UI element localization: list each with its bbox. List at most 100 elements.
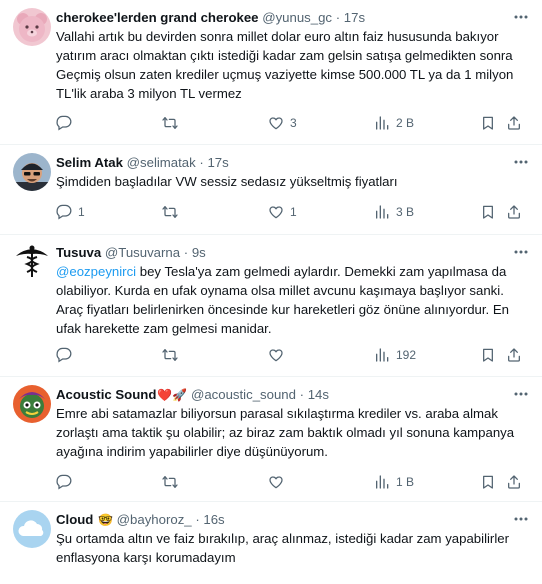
reply-button[interactable] [56,114,78,132]
tweet-actions: 1 B [56,473,522,491]
avatar[interactable] [13,8,51,46]
tweet-body: Emre abi satamazlar biliyorsun parasal s… [56,406,515,459]
retweet-button[interactable] [162,203,184,221]
like-count: 3 [290,116,297,130]
bookmark-button[interactable] [480,203,496,221]
reply-button[interactable]: 1 [56,203,85,221]
tweet-3[interactable]: Tusuva @Tusuvarna · 9s @eozpeynirci bey … [0,235,542,377]
more-icon [514,392,528,396]
retweet-button[interactable] [162,114,184,132]
retweet-button[interactable] [162,346,184,364]
reply-icon [56,347,72,363]
more-options-button[interactable] [512,387,530,401]
views-button[interactable]: 2 B [374,114,414,132]
avatar[interactable] [13,153,51,191]
more-options-button[interactable] [512,10,530,24]
share-button[interactable] [506,114,522,132]
tweet-5[interactable]: Cloud 🤓 @bayhoroz_ · 16s Şu ortamda altı… [0,502,542,584]
more-options-button[interactable] [512,245,530,259]
timestamp[interactable]: 9s [192,245,206,260]
user-handle[interactable]: @yunus_gc [262,10,332,25]
views-chart-icon [376,475,389,489]
reply-count: 1 [78,205,85,219]
more-options-button[interactable] [512,512,530,526]
reply-button[interactable] [56,346,78,364]
mention-link[interactable]: @eozpeynirci [56,264,136,279]
user-handle[interactable]: @bayhoroz_ [117,512,192,527]
views-count: 192 [396,348,417,362]
like-button[interactable]: 1 [268,203,297,221]
tweet-body: Vallahi artık bu devirden sonra millet d… [56,29,514,101]
bookmark-icon [483,348,493,362]
tweet-text: Şu ortamda altın ve faiz bırakılıp, araç… [56,529,528,567]
bookmark-icon [483,205,493,219]
tweet-header: Selim Atak @selimatak · 17s [56,154,502,172]
tweet-body: Şimdiden başladılar VW sessiz sedasız yü… [56,174,398,189]
like-button[interactable] [268,346,290,364]
share-icon [508,348,520,362]
share-button[interactable] [506,473,522,491]
tweet-4[interactable]: Acoustic Sound❤️🚀 @acoustic_sound · 14s … [0,377,542,502]
share-button[interactable] [506,203,522,221]
tweet-header: cherokee'lerden grand cherokee @yunus_gc… [56,9,502,27]
timestamp[interactable]: 16s [203,512,224,527]
separator-dot: · [299,387,305,402]
bookmark-button[interactable] [480,346,496,364]
avatar[interactable] [13,243,51,281]
bookmark-button[interactable] [480,114,496,132]
separator-dot: · [199,155,204,170]
tweet-header: Cloud 🤓 @bayhoroz_ · 16s [56,511,502,529]
reply-icon [56,204,72,220]
views-count: 3 B [396,205,415,219]
tweet-header: Tusuva @Tusuvarna · 9s [56,244,502,262]
bookmark-icon [483,116,493,130]
more-icon [514,15,528,19]
retweet-button[interactable] [162,473,184,491]
timestamp[interactable]: 17s [344,10,365,25]
more-options-button[interactable] [512,155,530,169]
display-name[interactable]: Acoustic Sound [56,387,156,402]
views-chart-icon [376,116,389,130]
display-name[interactable]: cherokee'lerden grand cherokee [56,10,259,25]
reply-button[interactable] [56,473,78,491]
display-name[interactable]: Cloud [56,512,93,527]
like-button[interactable] [268,473,290,491]
heart-icon [269,206,283,219]
display-name[interactable]: Selim Atak [56,155,123,170]
reply-icon [56,474,72,490]
avatar[interactable] [13,510,51,548]
user-handle[interactable]: @selimatak [127,155,196,170]
name-emoji: ❤️🚀 [157,388,188,402]
retweet-icon [162,476,178,488]
tweet-text: Şimdiden başladılar VW sessiz sedasız yü… [56,172,528,191]
views-button[interactable]: 192 [374,346,416,364]
man-with-cap-avatar [13,153,51,191]
more-icon [514,160,528,164]
heart-icon [269,476,283,489]
heart-icon [269,117,283,130]
share-button[interactable] [506,346,522,364]
pink-teddy-bear-avatar [13,8,51,46]
like-button[interactable]: 3 [268,114,297,132]
timestamp[interactable]: 14s [308,387,329,402]
timestamp[interactable]: 17s [207,155,228,170]
caduceus-avatar [13,243,51,281]
bookmark-button[interactable] [480,473,496,491]
retweet-icon [162,206,178,218]
tweet-2[interactable]: Selim Atak @selimatak · 17s Şimdiden baş… [0,145,542,235]
bookmark-icon [483,475,493,489]
reply-feed: cherokee'lerden grand cherokee @yunus_gc… [0,0,542,584]
name-emoji: 🤓 [98,513,113,527]
separator-dot: · [335,10,341,25]
display-name[interactable]: Tusuva [56,245,101,260]
tweet-actions: 1 1 3 B [56,203,522,221]
retweet-icon [162,349,178,361]
colorful-cartoon-avatar [13,385,51,423]
tweet-1[interactable]: cherokee'lerden grand cherokee @yunus_gc… [0,0,542,145]
avatar[interactable] [13,385,51,423]
user-handle[interactable]: @Tusuvarna [105,245,180,260]
user-handle[interactable]: @acoustic_sound [191,387,296,402]
views-button[interactable]: 1 B [374,473,414,491]
like-count: 1 [290,205,297,219]
views-button[interactable]: 3 B [374,203,414,221]
